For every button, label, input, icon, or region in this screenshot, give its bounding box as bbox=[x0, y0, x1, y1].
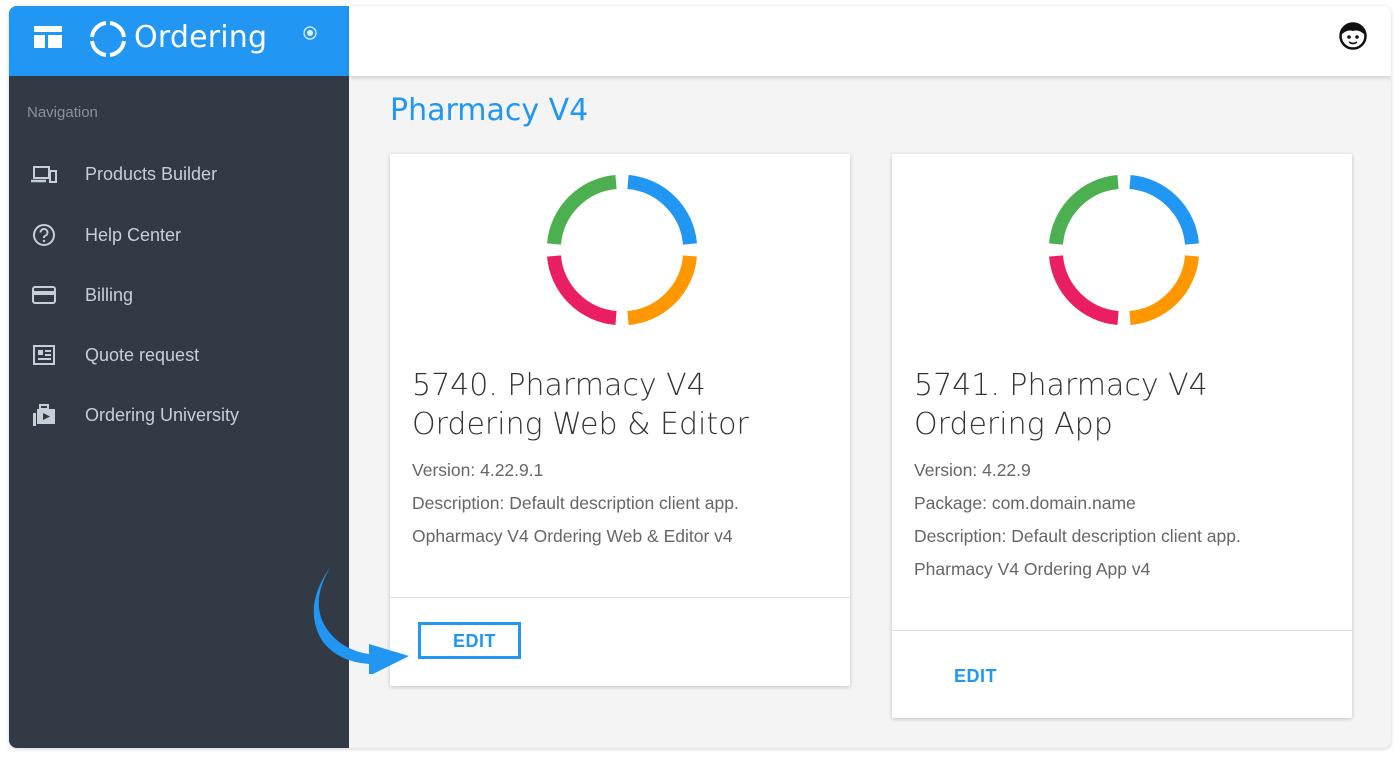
top-bar bbox=[349, 6, 1391, 76]
ordering-logo-icon bbox=[90, 21, 126, 57]
sidebar-item-billing[interactable]: Billing bbox=[9, 270, 349, 320]
card-description: Description: Default description client … bbox=[914, 526, 1241, 546]
user-avatar-icon[interactable] bbox=[1339, 22, 1367, 50]
sidebar-item-label: Help Center bbox=[85, 225, 182, 245]
card-package: Package: com.domain.name bbox=[914, 493, 1136, 513]
card-title: 5740. Pharmacy V4 Ordering Web & Editor bbox=[412, 366, 832, 444]
card-title-line: Ordering Web & Editor bbox=[412, 407, 749, 442]
sidebar-item-label: Billing bbox=[85, 285, 134, 305]
sidebar-item-label: Products Builder bbox=[85, 164, 218, 184]
card-title-line: Ordering App bbox=[914, 407, 1113, 442]
sidebar-item-products-builder[interactable]: Products Builder bbox=[9, 149, 349, 199]
help-circle-icon bbox=[33, 224, 55, 246]
quote-request-icon bbox=[33, 345, 55, 365]
card-app-name: Opharmacy V4 Ordering Web & Editor v4 bbox=[412, 526, 733, 546]
sidebar-item-ordering-university[interactable]: Ordering University bbox=[9, 390, 349, 440]
card-description: Description: Default description client … bbox=[412, 493, 739, 513]
sidebar-item-label: Ordering University bbox=[85, 405, 240, 425]
page-title: Pharmacy V4 bbox=[390, 93, 589, 128]
brand-name: Ordering bbox=[134, 20, 268, 55]
edit-button[interactable]: EDIT bbox=[954, 666, 997, 687]
card-actions: EDIT bbox=[390, 598, 850, 686]
card-version: Version: 4.22.9 bbox=[914, 460, 1031, 480]
brand-header: Ordering bbox=[9, 6, 349, 76]
app-card-web-editor: 5740. Pharmacy V4 Ordering Web & Editor … bbox=[390, 154, 850, 686]
ordering-logo-icon bbox=[547, 175, 697, 325]
app-window: Ordering Navigation Products Builder Hel… bbox=[9, 6, 1391, 748]
card-divider bbox=[892, 630, 1352, 631]
ordering-logo-icon bbox=[1049, 175, 1199, 325]
radio-pin-icon[interactable] bbox=[303, 26, 317, 40]
sidebar: Ordering Navigation Products Builder Hel… bbox=[9, 6, 349, 748]
card-title-line: 5740. Pharmacy V4 bbox=[412, 368, 706, 403]
card-app-name: Pharmacy V4 Ordering App v4 bbox=[914, 559, 1151, 579]
app-card-ordering-app: 5741. Pharmacy V4 Ordering App Version: … bbox=[892, 154, 1352, 718]
menu-icon[interactable] bbox=[34, 26, 62, 48]
pointer-arrow-icon bbox=[313, 566, 409, 674]
card-title: 5741. Pharmacy V4 Ordering App bbox=[914, 366, 1334, 444]
card-title-line: 5741. Pharmacy V4 bbox=[914, 368, 1208, 403]
university-icon bbox=[33, 404, 55, 426]
credit-card-icon bbox=[32, 286, 56, 304]
sidebar-item-label: Quote request bbox=[85, 345, 200, 365]
edit-button[interactable]: EDIT bbox=[453, 631, 496, 652]
sidebar-item-quote-request[interactable]: Quote request bbox=[9, 330, 349, 380]
nav-section-title: Navigation bbox=[27, 104, 98, 121]
card-version: Version: 4.22.9.1 bbox=[412, 460, 544, 480]
sidebar-item-help-center[interactable]: Help Center bbox=[9, 210, 349, 260]
devices-icon bbox=[31, 166, 57, 183]
